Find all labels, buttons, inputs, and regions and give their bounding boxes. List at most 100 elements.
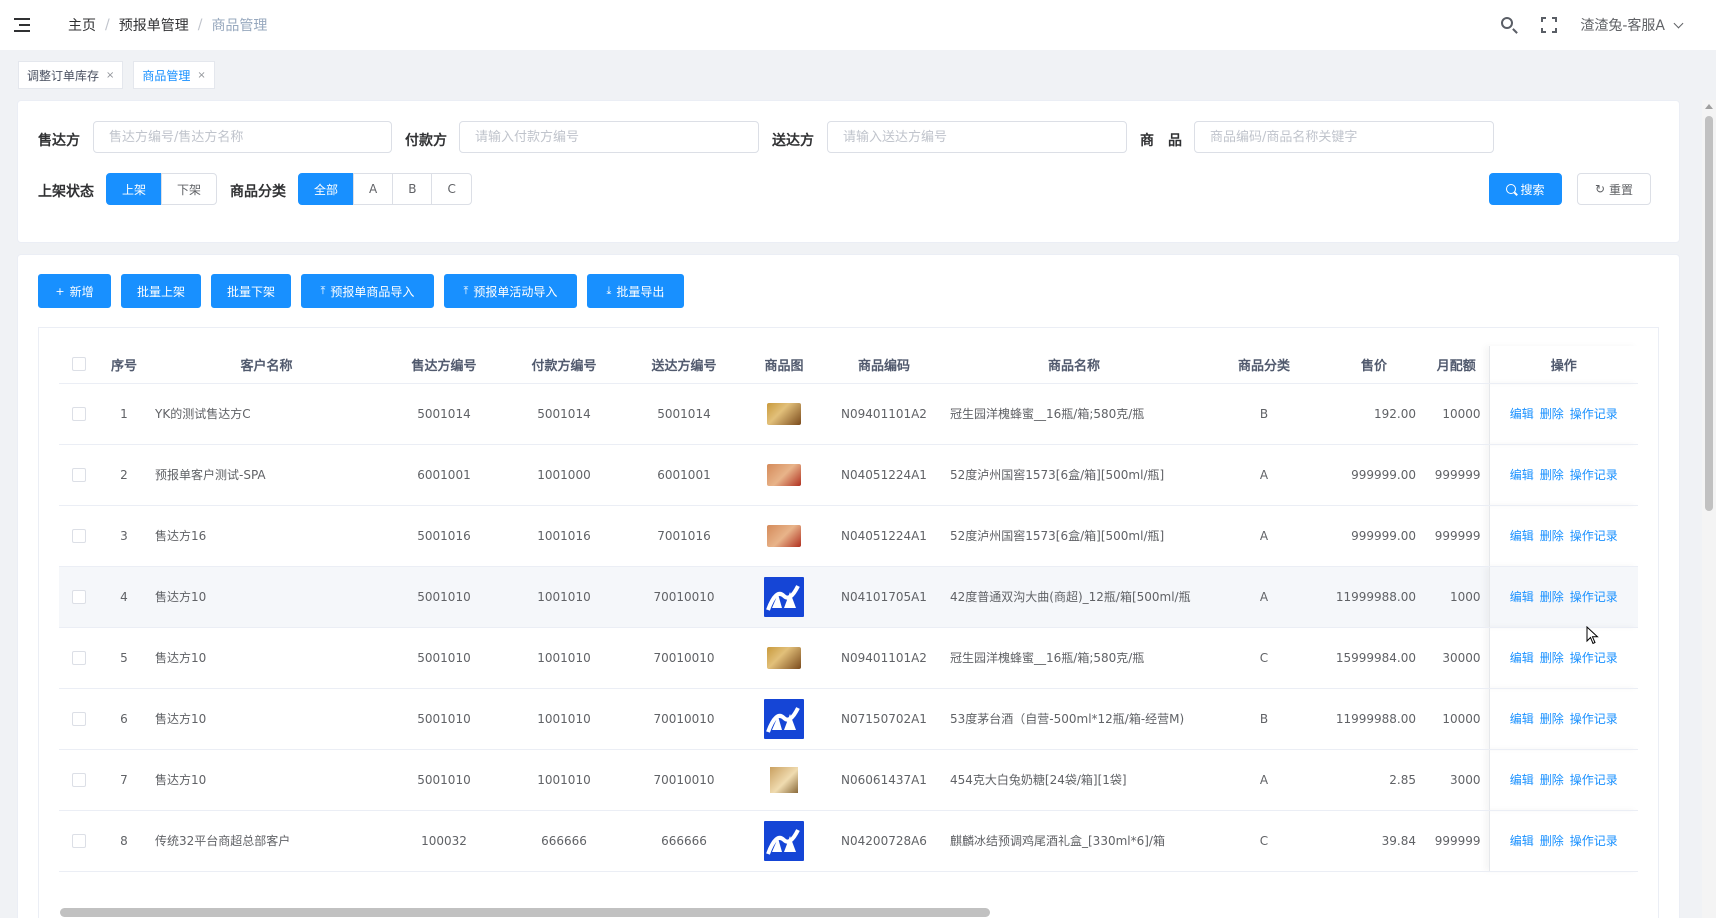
history-link[interactable]: 操作记录 — [1570, 649, 1618, 666]
edit-link[interactable]: 编辑 — [1510, 466, 1534, 483]
history-link[interactable]: 操作记录 — [1570, 588, 1618, 605]
cell-payer: 1001010 — [504, 749, 624, 811]
fullscreen-icon[interactable] — [1540, 16, 1558, 34]
reset-button[interactable]: ↻ 重置 — [1577, 173, 1651, 205]
user-menu[interactable]: 渣渣兔-客服A — [1580, 15, 1684, 35]
category-b-button[interactable]: B — [392, 173, 433, 205]
delete-link[interactable]: 删除 — [1540, 527, 1564, 544]
close-icon[interactable]: × — [106, 70, 114, 81]
product-image[interactable] — [767, 402, 801, 425]
delete-link[interactable]: 删除 — [1540, 771, 1564, 788]
cell-price: 2.85 — [1324, 749, 1424, 811]
table-row[interactable]: 3 售达方16 5001016 1001016 7001016 N04051224A1 52… — [59, 505, 1638, 567]
delete-link[interactable]: 删除 — [1540, 405, 1564, 422]
row-select-cell — [59, 444, 99, 506]
product-image[interactable] — [767, 646, 801, 669]
status-radio-group: 上架 下架 — [106, 173, 218, 205]
delete-link[interactable]: 删除 — [1540, 832, 1564, 849]
product-image[interactable] — [770, 766, 798, 793]
cell-actions: 编辑 删除 操作记录 — [1488, 688, 1638, 750]
horizontal-scrollbar[interactable] — [60, 908, 1640, 918]
tab-product-management[interactable]: 商品管理 × — [133, 61, 215, 89]
edit-link[interactable]: 编辑 — [1510, 405, 1534, 422]
breadcrumb-home[interactable]: 主页 — [68, 15, 96, 35]
cell-image — [744, 444, 824, 506]
cell-quota: 10000 — [1424, 688, 1489, 750]
history-link[interactable]: 操作记录 — [1570, 527, 1618, 544]
product-input[interactable] — [1195, 122, 1493, 152]
product-image[interactable] — [764, 820, 804, 861]
product-image[interactable] — [767, 463, 801, 486]
row-checkbox[interactable] — [72, 406, 86, 421]
horizontal-scroll-thumb[interactable] — [60, 908, 990, 917]
table-row[interactable]: 1 YK的测试售达方C 5001014 5001014 5001014 N09401101… — [59, 383, 1638, 445]
edit-link[interactable]: 编辑 — [1510, 527, 1534, 544]
import-goods-button[interactable]: ⤒ 预报单商品导入 — [301, 274, 434, 308]
scroll-up-arrow-icon[interactable] — [1705, 104, 1713, 109]
breadcrumb-separator: / — [197, 17, 203, 33]
cell-actions: 编辑 删除 操作记录 — [1488, 627, 1638, 689]
delete-link[interactable]: 删除 — [1540, 649, 1564, 666]
batch-on-button[interactable]: 批量上架 — [121, 274, 201, 308]
search-button[interactable]: 搜索 — [1489, 173, 1562, 205]
product-image[interactable] — [767, 524, 801, 547]
table-row[interactable]: 6 售达方10 5001010 1001010 70010010 N07150702A1 5… — [59, 688, 1638, 750]
table-row[interactable]: 5 售达方10 5001010 1001010 70010010 N09401101A2 冠… — [59, 627, 1638, 689]
history-link[interactable]: 操作记录 — [1570, 771, 1618, 788]
payer-input[interactable] — [460, 122, 758, 152]
breadcrumb-forecast-orders[interactable]: 预报单管理 — [119, 15, 189, 35]
cell-customer: 售达方10 — [149, 749, 384, 811]
history-link[interactable]: 操作记录 — [1570, 466, 1618, 483]
edit-link[interactable]: 编辑 — [1510, 710, 1534, 727]
select-all-checkbox[interactable] — [72, 357, 86, 372]
vertical-scrollbar[interactable] — [1702, 100, 1716, 918]
batch-off-button[interactable]: 批量下架 — [211, 274, 291, 308]
delete-link[interactable]: 删除 — [1540, 710, 1564, 727]
row-checkbox[interactable] — [72, 528, 86, 543]
edit-link[interactable]: 编辑 — [1510, 771, 1534, 788]
history-link[interactable]: 操作记录 — [1570, 832, 1618, 849]
edit-link[interactable]: 编辑 — [1510, 649, 1534, 666]
vertical-scroll-thumb[interactable] — [1705, 116, 1713, 511]
row-checkbox[interactable] — [72, 772, 86, 787]
history-link[interactable]: 操作记录 — [1570, 405, 1618, 422]
row-checkbox[interactable] — [72, 589, 86, 604]
status-off-button[interactable]: 下架 — [161, 173, 218, 205]
table-row[interactable]: 2 预报单客户测试-SPA 6001001 1001000 6001001 N040512… — [59, 444, 1638, 506]
category-a-button[interactable]: A — [353, 173, 394, 205]
edit-link[interactable]: 编辑 — [1510, 832, 1534, 849]
category-label: 商品分类 — [230, 184, 286, 200]
row-checkbox[interactable] — [72, 711, 86, 726]
category-all-button[interactable]: 全部 — [298, 173, 355, 205]
hamburger-icon[interactable] — [14, 18, 30, 32]
delete-link[interactable]: 删除 — [1540, 466, 1564, 483]
table-row[interactable]: 4 售达方10 5001010 1001010 70010010 N04101705A1 4… — [59, 566, 1638, 628]
row-checkbox[interactable] — [72, 833, 86, 848]
history-link[interactable]: 操作记录 — [1570, 710, 1618, 727]
tab-adjust-order-stock[interactable]: 调整订单库存 × — [18, 61, 124, 89]
search-icon[interactable] — [1500, 16, 1518, 34]
seller-input[interactable] — [94, 122, 391, 152]
category-c-button[interactable]: C — [431, 173, 472, 205]
cell-code: N07150702A1 — [824, 688, 944, 750]
close-icon[interactable]: × — [197, 70, 205, 81]
cell-category: A — [1204, 749, 1324, 811]
delete-link[interactable]: 删除 — [1540, 588, 1564, 605]
add-button[interactable]: + 新增 — [38, 274, 111, 308]
cell-shipto: 70010010 — [624, 688, 744, 750]
edit-link[interactable]: 编辑 — [1510, 588, 1534, 605]
table-row[interactable]: 7 售达方10 5001010 1001010 70010010 N06061437A1 4… — [59, 749, 1638, 811]
product-image[interactable] — [764, 576, 804, 617]
cell-name: 冠生园洋槐蜂蜜__16瓶/箱;580克/瓶 — [944, 383, 1204, 445]
batch-export-button[interactable]: ⤓ 批量导出 — [587, 274, 684, 308]
product-image[interactable] — [764, 698, 804, 739]
row-checkbox[interactable] — [72, 650, 86, 665]
cell-payer: 1001016 — [504, 505, 624, 567]
upload-icon: ⤒ — [320, 284, 326, 297]
shipto-input[interactable] — [828, 122, 1126, 152]
cell-payer: 1001010 — [504, 627, 624, 689]
table-row[interactable]: 8 传统32平台商超总部客户 100032 666666 666666 N04200728… — [59, 810, 1638, 872]
status-on-button[interactable]: 上架 — [106, 173, 163, 205]
import-activity-button[interactable]: ⤒ 预报单活动导入 — [444, 274, 577, 308]
row-checkbox[interactable] — [72, 467, 86, 482]
